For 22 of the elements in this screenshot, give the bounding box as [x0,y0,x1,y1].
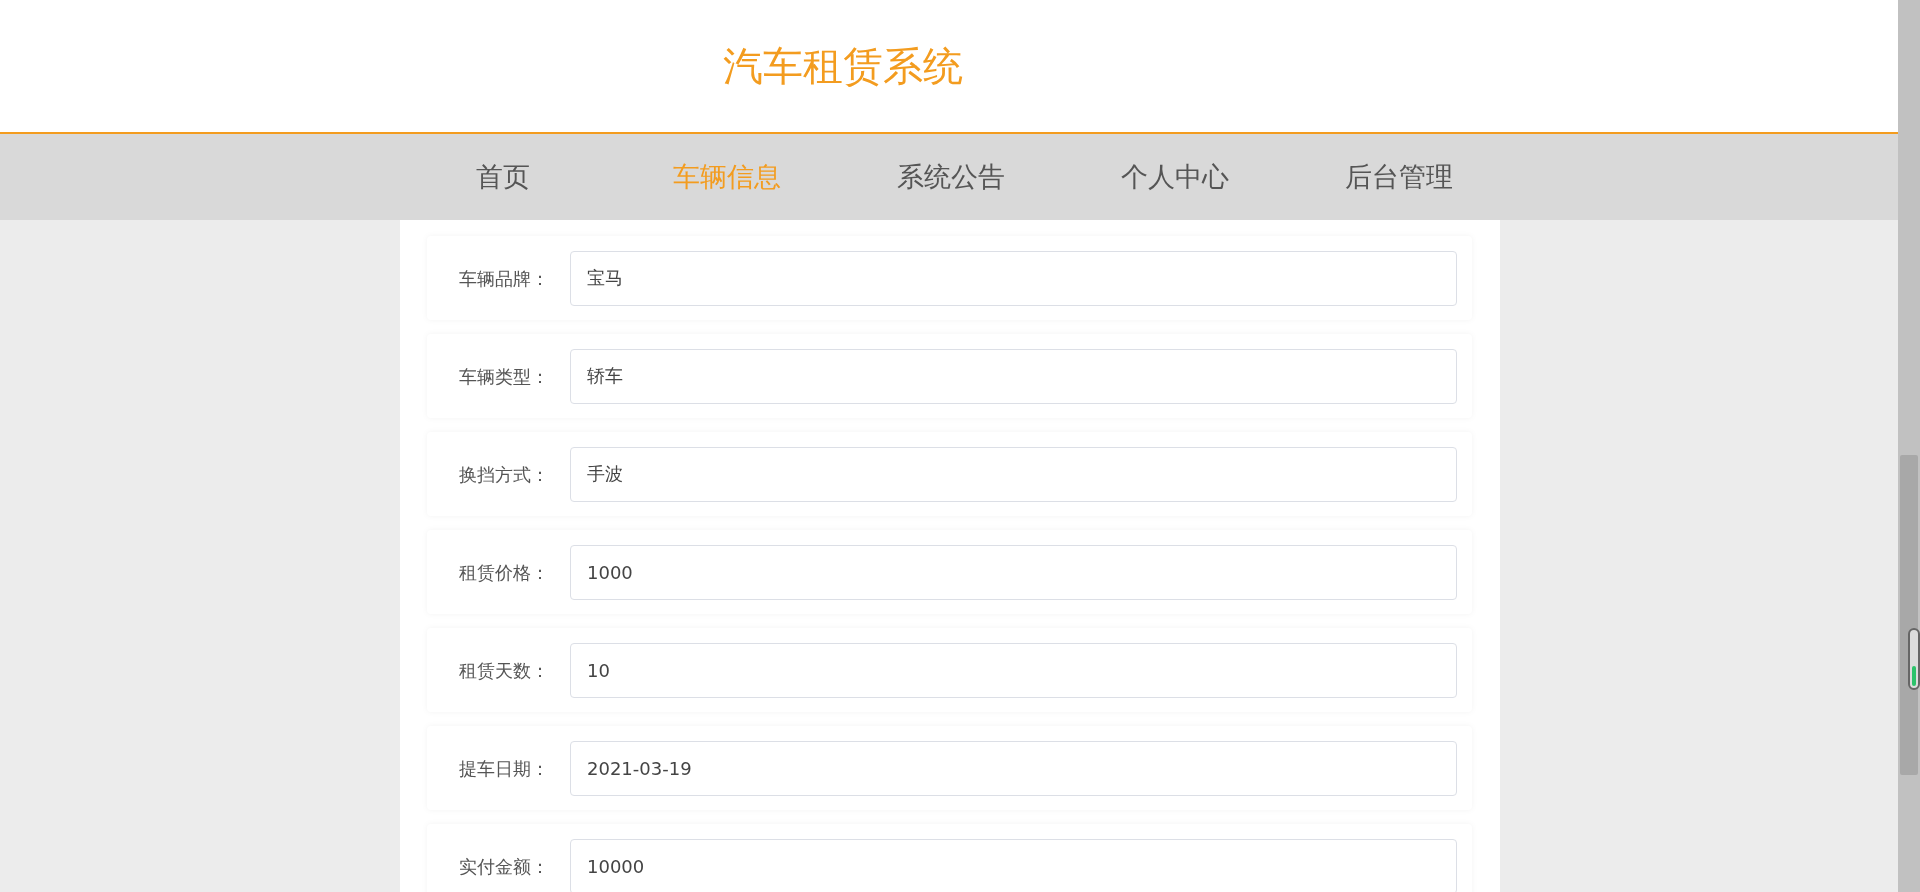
input-field[interactable]: 宝马 [570,250,1457,306]
scrollbar-thumb[interactable] [1900,455,1918,775]
field-label: 车辆类型： [459,364,550,389]
nav-link[interactable]: 个人中心 [1063,150,1287,204]
input-field[interactable]: 手波 [570,446,1457,502]
input-field[interactable]: 10000 [570,838,1457,892]
field-label: 租赁价格： [459,560,550,585]
field-label: 车辆品牌： [459,266,550,291]
input-field[interactable]: 1000 [570,544,1457,600]
input-field[interactable]: 2021-03-19 [570,740,1457,796]
field-label: 实付金额： [459,854,550,879]
field-label: 提车日期： [459,756,550,781]
nav-link[interactable]: 后台管理 [1287,150,1511,204]
nav-link[interactable]: 首页 [391,150,615,204]
battery-icon [1908,628,1920,690]
input-field[interactable]: 10 [570,642,1457,698]
input-field[interactable]: 轿车 [570,348,1457,404]
site-title: 汽车租赁系统 [723,42,963,90]
field-label: 换挡方式： [459,462,550,487]
field-label: 租赁天数： [459,658,550,683]
nav-link[interactable]: 系统公告 [839,150,1063,204]
scrollbar[interactable] [1898,0,1920,892]
